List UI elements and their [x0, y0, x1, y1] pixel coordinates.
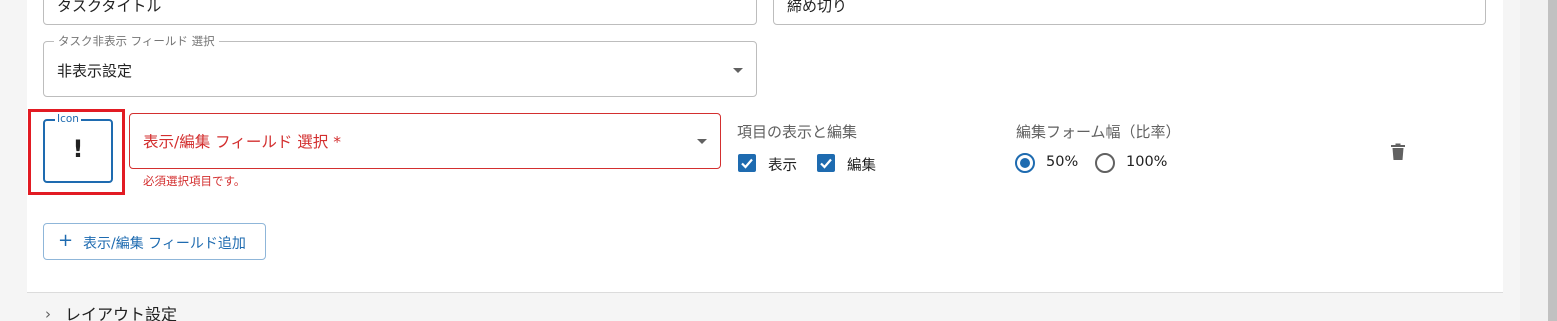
scrollbar-thumb[interactable]	[1548, 0, 1557, 321]
deadline-value: 締め切り	[787, 0, 848, 15]
deadline-field[interactable]: 締め切り	[773, 0, 1486, 25]
hide-field-label: タスク非表示 フィールド 選択	[54, 34, 219, 48]
display-edit-field-label: 表示/編集 フィールド 選択 *	[143, 133, 341, 151]
icon-picker[interactable]: Icon !	[43, 113, 113, 183]
page-background-right	[1503, 0, 1520, 321]
task-title-field[interactable]: タスクタイトル	[43, 0, 757, 25]
display-edit-field-select[interactable]: 表示/編集 フィールド 選択 *	[129, 113, 721, 169]
plus-icon: +	[58, 230, 74, 251]
add-display-edit-field-button[interactable]: + 表示/編集 フィールド追加	[43, 223, 266, 260]
width-ratio-group-label: 編集フォーム幅（比率）	[1016, 123, 1181, 141]
chevron-down-icon	[733, 68, 743, 73]
task-title-value: タスクタイトル	[57, 0, 162, 15]
width-50-radio[interactable]	[1015, 153, 1035, 173]
chevron-right-icon: ›	[45, 305, 51, 321]
chevron-down-icon	[697, 139, 707, 144]
width-100-radio[interactable]	[1095, 153, 1115, 173]
add-field-button-label: 表示/編集 フィールド追加	[83, 236, 246, 252]
hide-field-select[interactable]: タスク非表示 フィールド 選択 非表示設定	[43, 34, 757, 97]
required-error-message: 必須選択項目です。	[143, 174, 246, 188]
exclamation-icon: !	[72, 135, 84, 163]
width-50-label: 50%	[1046, 154, 1079, 170]
edit-checkbox[interactable]	[817, 154, 835, 172]
layout-settings-accordion[interactable]: › レイアウト設定	[27, 293, 1503, 321]
width-100-label: 100%	[1126, 154, 1168, 170]
display-checkbox[interactable]	[738, 154, 756, 172]
hide-field-value: 非表示設定	[57, 62, 133, 80]
layout-settings-label: レイアウト設定	[65, 305, 178, 321]
display-checkbox-label: 表示	[768, 158, 797, 174]
icon-picker-label: Icon	[55, 113, 81, 125]
visibility-group-label: 項目の表示と編集	[737, 123, 858, 141]
trash-icon[interactable]	[1390, 143, 1406, 161]
edit-checkbox-label: 編集	[847, 158, 876, 174]
page-background-left	[0, 0, 27, 321]
